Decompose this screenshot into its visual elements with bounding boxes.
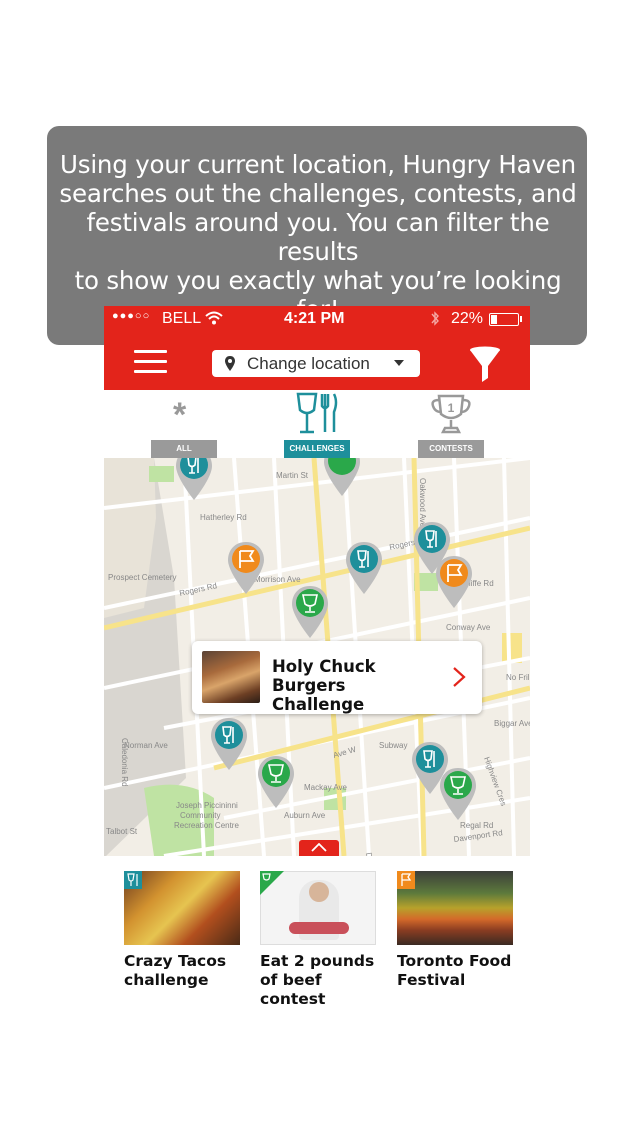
card-title: Toronto Food Festival	[397, 952, 529, 990]
tab-contests[interactable]: 1 CONTESTS	[418, 390, 484, 458]
card-title-line: Crazy Tacos	[124, 952, 227, 970]
app-screen: ●●●○○ BELL 4:21 PM 22% Change location *…	[104, 306, 530, 858]
festival-badge-icon	[397, 871, 415, 889]
beef-plate	[289, 922, 349, 934]
card-title-line: of beef contest	[260, 971, 326, 1008]
app-bar: Change location	[104, 332, 530, 390]
card-title-line: Toronto Food	[397, 952, 512, 970]
challenge-pin-icon[interactable]	[344, 540, 384, 596]
contest-pin-icon[interactable]	[256, 754, 296, 810]
contest-pin-icon[interactable]	[322, 458, 362, 498]
person-head	[309, 882, 329, 902]
svg-text:Dufferin St: Dufferin St	[364, 852, 380, 856]
svg-text:Biggar Ave: Biggar Ave	[494, 719, 530, 728]
fork-knife-glass-icon	[296, 392, 338, 434]
tooltip-line: searches out the challenges, contests, a…	[59, 179, 577, 208]
card-title: Eat 2 pounds of beef contest	[260, 952, 392, 1009]
menu-line	[134, 350, 167, 353]
svg-text:Davenport Rd: Davenport Rd	[453, 828, 503, 844]
signal-dots-icon: ●●●○○	[112, 310, 151, 322]
popup-title: Holy Chuck Burgers Challenge	[272, 657, 376, 714]
clock: 4:21 PM	[284, 310, 345, 327]
expand-list-tab[interactable]	[299, 840, 339, 856]
tooltip-line: festivals around you. You can filter the…	[86, 208, 550, 266]
contest-pin-icon[interactable]	[290, 584, 330, 640]
asterisk-icon: *	[173, 396, 187, 434]
challenge-pin-icon[interactable]	[209, 716, 249, 772]
tab-all[interactable]: * ALL	[151, 390, 217, 458]
status-bar: ●●●○○ BELL 4:21 PM 22%	[104, 306, 530, 332]
card-title: Crazy Tacos challenge	[124, 952, 256, 990]
battery-percent: 22%	[451, 310, 484, 327]
chevron-down-icon	[394, 360, 404, 366]
challenge-pin-icon[interactable]	[174, 458, 214, 502]
tooltip-line: Using your current location, Hungry Have…	[60, 150, 576, 179]
festival-pin-icon[interactable]	[434, 554, 474, 610]
svg-text:Talbot St: Talbot St	[106, 827, 138, 836]
location-pin-icon	[225, 356, 235, 371]
map-label: Martin St	[276, 471, 309, 480]
svg-text:Joseph Piccininni: Joseph Piccininni	[176, 801, 238, 810]
carrier-label: BELL	[162, 310, 202, 327]
place-popup-card[interactable]: Holy Chuck Burgers Challenge	[192, 641, 482, 714]
change-location-label: Change location	[247, 354, 370, 373]
battery-fill	[491, 315, 497, 324]
card-title-line: Eat 2 pounds	[260, 952, 375, 970]
bluetooth-icon	[431, 311, 439, 326]
svg-text:Norman Ave: Norman Ave	[124, 741, 168, 750]
tooltip-text: Using your current location, Hungry Have…	[52, 150, 584, 324]
svg-text:Prospect Cemetery: Prospect Cemetery	[108, 573, 176, 582]
svg-text:Hatherley Rd: Hatherley Rd	[200, 513, 247, 522]
festival-pin-icon[interactable]	[226, 540, 266, 596]
filter-tabs: * ALL CHALLENGES 1 CONTESTS	[104, 390, 530, 458]
tab-all-label: ALL	[151, 440, 217, 458]
svg-text:1: 1	[448, 401, 455, 415]
menu-button[interactable]	[104, 332, 184, 390]
battery-icon	[489, 313, 519, 326]
contest-pin-icon[interactable]	[438, 766, 478, 822]
chevron-up-icon	[311, 843, 327, 852]
svg-text:Recreation Centre: Recreation Centre	[174, 821, 239, 830]
filter-funnel-icon[interactable]	[469, 346, 501, 384]
svg-text:Mackay Ave: Mackay Ave	[304, 783, 348, 792]
contest-badge-icon	[260, 871, 284, 895]
svg-text:Rogers Rd: Rogers Rd	[179, 581, 218, 598]
chevron-right-icon[interactable]	[452, 666, 466, 688]
card-title-line: Festival	[397, 971, 466, 989]
tab-contests-label: CONTESTS	[418, 440, 484, 458]
burger-thumbnail	[202, 651, 260, 703]
svg-text:Auburn Ave: Auburn Ave	[284, 811, 326, 820]
svg-text:Conway Ave: Conway Ave	[446, 623, 491, 632]
trophy-icon: 1	[431, 394, 471, 434]
svg-text:Community: Community	[180, 811, 220, 820]
card-title-line: challenge	[124, 971, 209, 989]
menu-line	[134, 370, 167, 373]
change-location-dropdown[interactable]: Change location	[212, 350, 420, 377]
tab-challenges-label: CHALLENGES	[284, 440, 350, 458]
challenge-badge-icon	[124, 871, 142, 889]
tab-challenges[interactable]: CHALLENGES	[284, 390, 350, 458]
svg-text:No Frills: No Frills	[506, 673, 530, 682]
wifi-icon	[205, 311, 223, 325]
svg-text:Regal Rd: Regal Rd	[460, 821, 493, 830]
svg-text:Subway: Subway	[379, 741, 407, 750]
battery-tip	[520, 316, 522, 322]
menu-line	[134, 360, 167, 363]
